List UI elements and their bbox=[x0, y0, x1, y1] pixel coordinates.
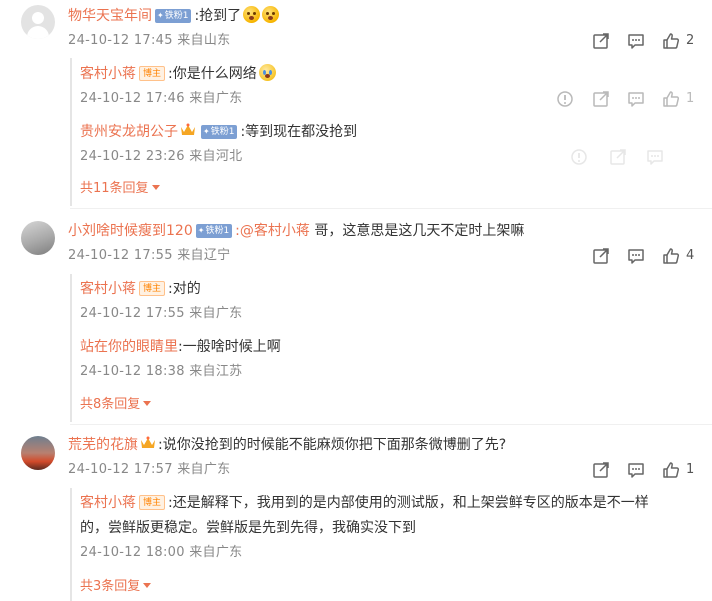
avatar[interactable] bbox=[21, 5, 55, 39]
report-icon[interactable] bbox=[569, 147, 589, 167]
avatar[interactable] bbox=[21, 221, 55, 255]
reply-text: :一般啥时候上啊 bbox=[178, 339, 281, 355]
crying-emoji-icon bbox=[258, 64, 276, 81]
more-replies-label: 共8条回复 bbox=[80, 397, 141, 412]
fan-badge: ✦铁粉1 bbox=[195, 224, 233, 238]
reply-line: 客村小蒋 博主:对的 bbox=[80, 279, 201, 299]
username[interactable]: 客村小蒋 bbox=[80, 66, 136, 82]
reply-line: 站在你的眼睛里:一般啥时候上啊 bbox=[80, 337, 281, 357]
like-icon[interactable] bbox=[661, 89, 681, 109]
like-count: 1 bbox=[686, 462, 695, 477]
username[interactable]: 客村小蒋 bbox=[80, 495, 136, 511]
fan-badge-label: 铁粉1 bbox=[164, 11, 189, 21]
like-icon[interactable] bbox=[661, 460, 681, 480]
reply-divider bbox=[70, 58, 72, 206]
caret-down-icon bbox=[151, 185, 160, 190]
comment-meta: 24-10-12 17:45 来自山东 bbox=[68, 33, 231, 48]
fan-badge: ✦铁粉1 bbox=[155, 9, 192, 23]
reply-text: 的，尝鲜版更稳定。尝鲜版是先到先得，我确实没下到 bbox=[80, 520, 416, 536]
avatar[interactable] bbox=[21, 436, 55, 470]
like-icon[interactable] bbox=[661, 246, 681, 266]
comment-text: 哥，这意思是这几天不定时上架嘛 bbox=[309, 223, 525, 239]
like-icon[interactable] bbox=[661, 31, 681, 51]
reply-line: 客村小蒋 博主:你是什么网络 bbox=[80, 64, 276, 84]
divider bbox=[70, 424, 712, 425]
more-replies-link[interactable]: 共3条回复 bbox=[80, 578, 152, 596]
username[interactable]: 客村小蒋 bbox=[80, 281, 136, 297]
more-replies-link[interactable]: 共11条回复 bbox=[80, 180, 160, 198]
reply-meta: 24-10-12 18:00 来自广东 bbox=[80, 545, 243, 560]
username[interactable]: 荒芜的花旗 bbox=[68, 437, 138, 453]
divider bbox=[70, 208, 712, 209]
comment-icon[interactable] bbox=[626, 460, 646, 480]
comment-line: 荒芜的花旗 :说你没抢到的时候能不能麻烦你把下面那条微博删了先? bbox=[68, 435, 506, 455]
shocked-emoji-icon bbox=[262, 6, 280, 23]
share-icon[interactable] bbox=[591, 31, 611, 51]
share-icon[interactable] bbox=[591, 89, 611, 109]
comment-text: :说你没抢到的时候能不能麻烦你把下面那条微博删了先? bbox=[158, 437, 507, 453]
username[interactable]: 物华天宝年间 bbox=[68, 8, 152, 24]
fan-badge-label: 铁粉1 bbox=[205, 226, 230, 236]
comment-text: :抢到了 bbox=[194, 8, 242, 24]
fan-icon: ✦ bbox=[157, 11, 164, 20]
reply-meta: 24-10-12 18:38 来自江苏 bbox=[80, 364, 243, 379]
comment-line: 物华天宝年间 ✦铁粉1:抢到了 bbox=[68, 6, 280, 26]
comment-line: 小刘啥时候瘦到120 ✦铁粉1:@客村小蒋 哥，这意思是这几天不定时上架嘛 bbox=[68, 221, 524, 241]
crown-icon bbox=[141, 436, 155, 448]
reply-line-continued: 的，尝鲜版更稳定。尝鲜版是先到先得，我确实没下到 bbox=[80, 518, 416, 538]
fan-badge: ✦铁粉1 bbox=[201, 125, 238, 139]
reply-line: 贵州安龙胡公子 ✦铁粉1:等到现在都没抢到 bbox=[80, 122, 357, 142]
host-badge: 博主 bbox=[139, 495, 166, 510]
mention-link[interactable]: :@客村小蒋 bbox=[235, 223, 310, 239]
comment-icon[interactable] bbox=[626, 31, 646, 51]
host-badge: 博主 bbox=[139, 66, 166, 81]
shocked-emoji-icon bbox=[243, 6, 261, 23]
host-badge: 博主 bbox=[139, 281, 166, 296]
reply-meta: 24-10-12 17:46 来自广东 bbox=[80, 91, 243, 106]
reply-text: :你是什么网络 bbox=[168, 66, 257, 82]
reply-text: :对的 bbox=[168, 281, 201, 297]
crown-icon bbox=[181, 123, 195, 135]
caret-down-icon bbox=[143, 583, 152, 588]
more-replies-label: 共11条回复 bbox=[80, 181, 149, 196]
username[interactable]: 贵州安龙胡公子 bbox=[80, 124, 178, 140]
comment-icon[interactable] bbox=[626, 246, 646, 266]
comment-icon[interactable] bbox=[626, 89, 646, 109]
reply-meta: 24-10-12 17:55 来自广东 bbox=[80, 306, 243, 321]
reply-text: :还是解释下，我用到的是内部使用的测试版，和上架尝鲜专区的版本是不一样 bbox=[168, 495, 649, 511]
reply-divider bbox=[70, 488, 72, 601]
username[interactable]: 小刘啥时候瘦到120 bbox=[68, 223, 193, 239]
fan-badge-label: 铁粉1 bbox=[210, 127, 235, 137]
report-icon[interactable] bbox=[555, 89, 575, 109]
reply-text: :等到现在都没抢到 bbox=[240, 124, 358, 140]
username[interactable]: 站在你的眼睛里 bbox=[80, 339, 178, 355]
comment-meta: 24-10-12 17:57 来自广东 bbox=[68, 462, 231, 477]
more-replies-link[interactable]: 共8条回复 bbox=[80, 396, 152, 414]
like-count: 1 bbox=[686, 91, 695, 106]
share-icon[interactable] bbox=[608, 147, 628, 167]
like-count: 2 bbox=[686, 33, 695, 48]
reply-line: 客村小蒋 博主:还是解释下，我用到的是内部使用的测试版，和上架尝鲜专区的版本是不一… bbox=[80, 493, 649, 513]
comment-icon[interactable] bbox=[645, 147, 665, 167]
share-icon[interactable] bbox=[591, 246, 611, 266]
like-count: 4 bbox=[686, 248, 695, 263]
reply-divider bbox=[70, 274, 72, 422]
more-replies-label: 共3条回复 bbox=[80, 579, 141, 594]
caret-down-icon bbox=[143, 401, 152, 406]
comment-meta: 24-10-12 17:55 来自辽宁 bbox=[68, 248, 231, 263]
share-icon[interactable] bbox=[591, 460, 611, 480]
fan-icon: ✦ bbox=[197, 226, 205, 235]
fan-icon: ✦ bbox=[203, 127, 210, 136]
reply-meta: 24-10-12 23:26 来自河北 bbox=[80, 149, 243, 164]
